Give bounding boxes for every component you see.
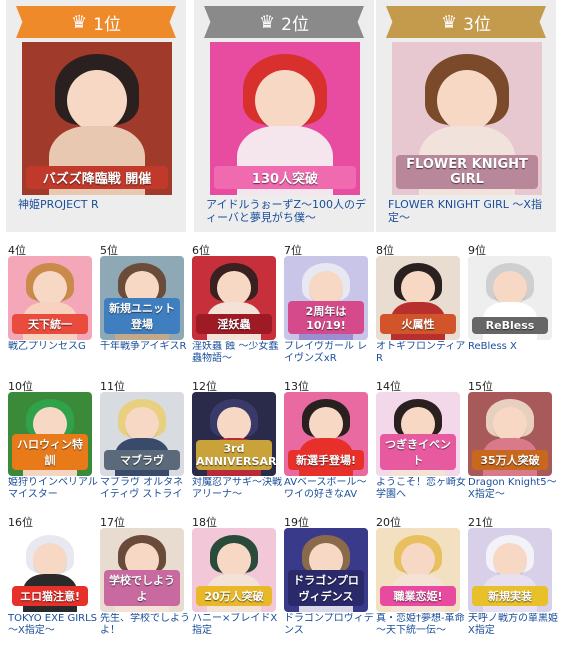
game-title-link[interactable]: ドラゴンプロヴィデンス <box>284 613 374 637</box>
thumbnail-banner: 学校でしようよ <box>104 570 180 606</box>
game-thumbnail[interactable]: 学校でしようよ <box>100 528 184 612</box>
thumbnail-banner: 2周年は10/19! <box>288 301 364 334</box>
game-title-link[interactable]: 対魔忍アサギ～決戦アリーナ～ <box>192 477 282 501</box>
rank-label: 3位 <box>463 14 491 35</box>
game-title-link[interactable]: 先生、学校でしようよ！ <box>100 613 190 637</box>
thumbnail-banner: 新規実装 <box>472 586 548 606</box>
game-thumbnail[interactable]: 3rd ANNIVERSARY <box>192 392 276 476</box>
game-title-link[interactable]: Dragon Knight5～X指定～ <box>468 477 558 501</box>
thumbnail-banner: マブラヴ <box>104 450 180 470</box>
game-thumbnail[interactable]: ReBless <box>468 256 552 340</box>
game-thumbnail[interactable]: 火属性 <box>376 256 460 340</box>
game-thumbnail[interactable]: 職業恋姫! <box>376 528 460 612</box>
thumbnail-banner: 新選手登場! <box>288 450 364 470</box>
rank-label: 2位 <box>281 14 309 35</box>
game-thumbnail[interactable]: エロ猫注意! <box>8 528 92 612</box>
game-title-link[interactable]: 天呼ノ戦方の箪黒姫 X指定 <box>468 613 558 637</box>
thumbnail-banner: エロ猫注意! <box>12 586 88 606</box>
game-thumbnail[interactable]: 新規ユニット登場 <box>100 256 184 340</box>
rank-label: 1位 <box>93 14 121 35</box>
rank-ribbon: ♛ 1位 <box>16 6 176 38</box>
thumbnail-banner: ハロウィン特訓 <box>12 434 88 470</box>
rank-ribbon: ♛ 2位 <box>204 6 364 38</box>
game-thumbnail[interactable]: 130人突破 <box>210 42 360 195</box>
game-thumbnail[interactable]: 天下統一 <box>8 256 92 340</box>
thumbnail-banner: FLOWER KNIGHT GIRL <box>396 155 538 189</box>
thumbnail-banner: ReBless <box>472 317 548 334</box>
thumbnail-banner: 火属性 <box>380 314 456 334</box>
game-thumbnail[interactable]: マブラヴ <box>100 392 184 476</box>
game-thumbnail[interactable]: つぎきイベント <box>376 392 460 476</box>
thumbnail-banner: 130人突破 <box>214 166 356 189</box>
game-title-link[interactable]: ようこそ！恋ヶ崎女学園へ <box>376 477 466 501</box>
thumbnail-banner: 35万人突破 <box>472 450 548 470</box>
crown-icon: ♛ <box>71 11 88 33</box>
game-thumbnail[interactable]: 淫妖蟲 <box>192 256 276 340</box>
game-title-link[interactable]: マブラヴ オルタネイティヴ ストライ <box>100 477 190 501</box>
thumbnail-banner: ドラゴンプロヴィデンス <box>288 570 364 606</box>
game-title-link[interactable]: アイドルうぉーずZ～100人のディーバと夢見がち僕～ <box>206 198 368 224</box>
game-title-link[interactable]: 真・恋姫†夢想-革命～天下統一伝～ <box>376 613 466 637</box>
thumbnail-banner: 20万人突破 <box>196 586 272 606</box>
top-rank-card-2[interactable]: ♛ 2位 130人突破 アイドルうぉーずZ～100人のディーバと夢見がち僕～ <box>194 0 374 232</box>
game-title-link[interactable]: ハニー×ブレイドX指定 <box>192 613 282 637</box>
game-title-link[interactable]: ブレイヴガール レイヴンズxR <box>284 341 374 365</box>
game-thumbnail[interactable]: 20万人突破 <box>192 528 276 612</box>
game-title-link[interactable]: AVベースボール～ワイの好きなAV <box>284 477 374 501</box>
game-thumbnail[interactable]: ドラゴンプロヴィデンス <box>284 528 368 612</box>
top-rank-card-1[interactable]: ♛ 1位バズズ降臨戦 開催神姫PROJECT R <box>6 0 186 232</box>
game-title-link[interactable]: オトギフロンティア R <box>376 341 466 365</box>
game-thumbnail[interactable]: 35万人突破 <box>468 392 552 476</box>
game-title-link[interactable]: 千年戦争アイギスR <box>100 341 190 353</box>
game-thumbnail[interactable]: 2周年は10/19! <box>284 256 368 340</box>
thumbnail-banner: 職業恋姫! <box>380 586 456 606</box>
crown-icon: ♛ <box>259 11 276 33</box>
thumbnail-banner: 新規ユニット登場 <box>104 298 180 334</box>
thumbnail-banner: つぎきイベント <box>380 434 456 470</box>
rank-ribbon: ♛ 3位 <box>386 6 546 38</box>
game-title-link[interactable]: 戦乙プリンセスG <box>8 341 98 353</box>
game-thumbnail[interactable]: バズズ降臨戦 開催 <box>22 42 172 195</box>
thumbnail-banner: 天下統一 <box>12 314 88 334</box>
game-title-link[interactable]: ReBless X <box>468 341 558 353</box>
thumbnail-banner: 淫妖蟲 <box>196 314 272 334</box>
game-thumbnail[interactable]: 新規実装 <box>468 528 552 612</box>
crown-icon: ♛ <box>441 11 458 33</box>
game-thumbnail[interactable]: ハロウィン特訓 <box>8 392 92 476</box>
game-title-link[interactable]: 姫狩りインペリアルマイスター <box>8 477 98 501</box>
top-rank-card-3[interactable]: ♛ 3位 FLOWER KNIGHT GIRL FLOWER KNIGHT GIRL … <box>376 0 556 232</box>
game-title-link[interactable]: TOKYO EXE GIRLS ～X指定～ <box>8 613 98 637</box>
thumbnail-banner: 3rd ANNIVERSARY <box>196 440 276 470</box>
game-title-link[interactable]: FLOWER KNIGHT GIRL ～X指定～ <box>388 198 550 224</box>
game-thumbnail[interactable]: FLOWER KNIGHT GIRL <box>392 42 542 195</box>
game-title-link[interactable]: 淫妖蟲 蝕 ～少女蠢蟲物語～ <box>192 341 282 365</box>
thumbnail-banner: バズズ降臨戦 開催 <box>26 166 168 189</box>
game-title-link[interactable]: 神姫PROJECT R <box>18 198 180 211</box>
game-thumbnail[interactable]: 新選手登場! <box>284 392 368 476</box>
